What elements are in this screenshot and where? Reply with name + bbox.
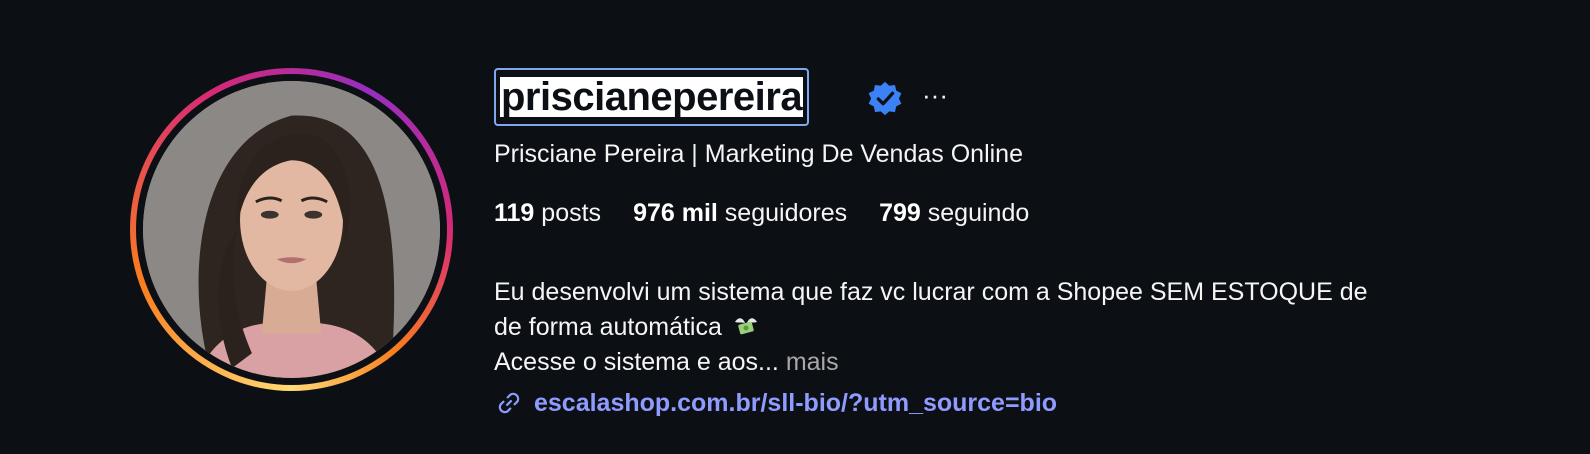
posts-label: posts bbox=[541, 199, 602, 227]
verified-badge-icon bbox=[868, 81, 902, 116]
more-options-button[interactable]: ··· bbox=[920, 80, 950, 116]
bio-line-3-text: Acesse o sistema e aos... bbox=[494, 348, 779, 376]
bio-line-3: Acesse o sistema e aos... mais bbox=[494, 345, 1494, 380]
bio-line-2-text: de forma automática bbox=[494, 313, 722, 341]
stat-following[interactable]: 799 seguindo bbox=[879, 199, 1029, 228]
avatar-photo bbox=[143, 81, 440, 378]
posts-count: 119 bbox=[494, 199, 535, 227]
profile-avatar[interactable] bbox=[130, 68, 453, 391]
profile-username: priscianepereira bbox=[500, 75, 804, 119]
bio-line-1: Eu desenvolvi um sistema que faz vc lucr… bbox=[494, 278, 1368, 306]
following-label: seguindo bbox=[927, 199, 1030, 227]
stat-posts: 119 posts bbox=[494, 199, 601, 228]
followers-count: 976 mil bbox=[633, 199, 718, 227]
username-selection[interactable]: priscianepereira bbox=[494, 68, 810, 126]
profile-link[interactable]: escalashop.com.br/sll-bio/?utm_source=bi… bbox=[494, 388, 1057, 418]
profile-full-name: Prisciane Pereira | Marketing De Vendas … bbox=[494, 140, 1023, 168]
bio-line-2: de forma automática bbox=[494, 310, 1494, 345]
profile-stats: 119 posts 976 mil seguidores 799 seguind… bbox=[494, 199, 1061, 228]
profile-link-text[interactable]: escalashop.com.br/sll-bio/?utm_source=bi… bbox=[534, 389, 1057, 418]
link-icon bbox=[498, 392, 520, 414]
money-with-wings-emoji bbox=[734, 318, 757, 335]
followers-label: seguidores bbox=[724, 199, 848, 227]
profile-header: priscianepereira ··· Prisciane Pereira |… bbox=[0, 0, 1590, 454]
bio-more-link[interactable]: mais bbox=[786, 348, 839, 376]
following-count: 799 bbox=[879, 199, 921, 227]
profile-bio: Eu desenvolvi um sistema que faz vc lucr… bbox=[494, 275, 1494, 380]
stat-followers[interactable]: 976 mil seguidores bbox=[633, 199, 847, 228]
